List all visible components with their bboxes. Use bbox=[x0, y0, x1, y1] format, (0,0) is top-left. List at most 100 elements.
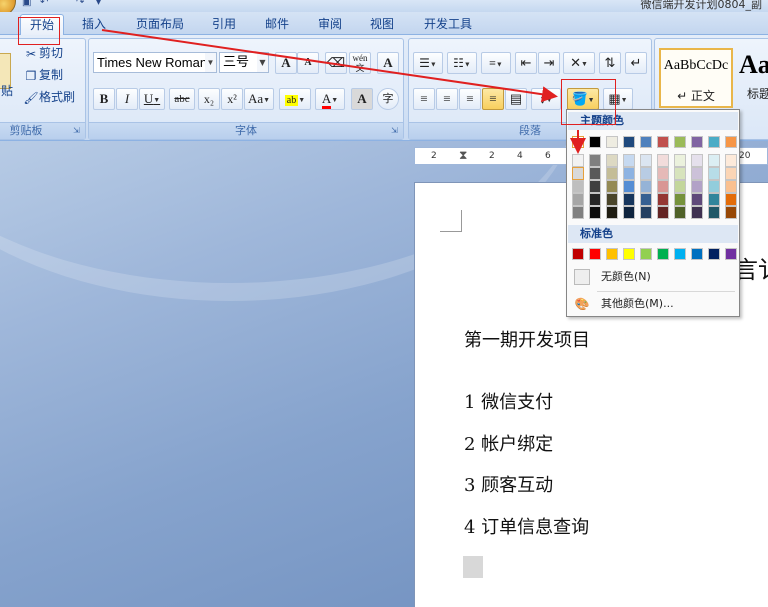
theme-shade-swatch[interactable] bbox=[725, 180, 737, 193]
standard-color-swatch[interactable] bbox=[606, 248, 618, 260]
theme-color-swatch[interactable] bbox=[623, 136, 635, 148]
multilevel-list-button[interactable]: ≡▼ bbox=[481, 52, 511, 74]
font-family-combo[interactable]: Times New Roman ▼ bbox=[93, 52, 217, 73]
theme-shade-swatch[interactable] bbox=[589, 193, 601, 206]
style-heading[interactable]: Aa 标题 bbox=[735, 48, 768, 108]
theme-color-swatch[interactable] bbox=[657, 136, 669, 148]
theme-shade-swatch[interactable] bbox=[674, 154, 686, 167]
theme-shade-swatch[interactable] bbox=[623, 167, 635, 180]
standard-color-swatch[interactable] bbox=[674, 248, 686, 260]
theme-shade-swatch[interactable] bbox=[708, 154, 720, 167]
justify-button[interactable]: ≡ bbox=[482, 88, 504, 110]
redo-icon[interactable]: ↷ bbox=[76, 0, 84, 8]
theme-shade-swatch[interactable] bbox=[623, 206, 635, 219]
change-case-button[interactable]: Aa▼ bbox=[244, 88, 274, 110]
theme-color-swatch[interactable] bbox=[589, 136, 601, 148]
theme-shade-swatch[interactable] bbox=[657, 180, 669, 193]
theme-shade-swatch[interactable] bbox=[640, 154, 652, 167]
character-shading-button[interactable]: A bbox=[351, 88, 373, 110]
theme-shade-swatch[interactable] bbox=[606, 167, 618, 180]
theme-shade-swatch[interactable] bbox=[623, 154, 635, 167]
theme-shade-swatch[interactable] bbox=[657, 206, 669, 219]
strikethrough-button[interactable]: abc bbox=[169, 88, 195, 110]
theme-shade-swatch[interactable] bbox=[572, 167, 584, 180]
bullets-button[interactable]: ☰▼ bbox=[413, 52, 443, 74]
theme-shade-swatch[interactable] bbox=[657, 154, 669, 167]
tab-page-layout[interactable]: 页面布局 bbox=[130, 14, 190, 36]
numbering-button[interactable]: ☷▼ bbox=[447, 52, 477, 74]
standard-color-swatch[interactable] bbox=[725, 248, 737, 260]
theme-shade-swatch[interactable] bbox=[691, 167, 703, 180]
theme-shade-swatch[interactable] bbox=[657, 167, 669, 180]
theme-shade-swatch[interactable] bbox=[572, 206, 584, 219]
theme-color-swatch[interactable] bbox=[572, 136, 584, 148]
shrink-font-button[interactable]: A bbox=[297, 52, 319, 74]
paste-button-label[interactable]: 贴 bbox=[1, 81, 13, 101]
increase-indent-button[interactable]: ⇥ bbox=[538, 52, 560, 74]
font-color-button[interactable]: A▼ bbox=[315, 88, 345, 110]
theme-color-swatch[interactable] bbox=[708, 136, 720, 148]
theme-shade-swatch[interactable] bbox=[589, 154, 601, 167]
theme-color-swatch[interactable] bbox=[606, 136, 618, 148]
document-line[interactable]: 2 帐户绑定 bbox=[464, 430, 553, 456]
theme-shade-swatch[interactable] bbox=[708, 167, 720, 180]
subscript-button[interactable]: x₂ bbox=[198, 88, 220, 110]
theme-shade-swatch[interactable] bbox=[640, 180, 652, 193]
character-border-button[interactable]: A bbox=[377, 52, 399, 74]
tab-references[interactable]: 引用 bbox=[204, 14, 244, 36]
theme-shade-swatch[interactable] bbox=[606, 206, 618, 219]
theme-shade-swatch[interactable] bbox=[708, 193, 720, 206]
theme-shade-swatch[interactable] bbox=[606, 193, 618, 206]
theme-shade-swatch[interactable] bbox=[572, 154, 584, 167]
more-colors-option[interactable]: 🎨 其他颜色(M)... bbox=[568, 292, 738, 316]
tab-mailings[interactable]: 邮件 bbox=[257, 14, 297, 36]
standard-color-swatch[interactable] bbox=[708, 248, 720, 260]
theme-color-swatch[interactable] bbox=[640, 136, 652, 148]
theme-color-swatch[interactable] bbox=[674, 136, 686, 148]
theme-shade-swatch[interactable] bbox=[674, 193, 686, 206]
tab-insert[interactable]: 插入 bbox=[76, 14, 112, 36]
tab-view[interactable]: 视图 bbox=[362, 14, 402, 36]
theme-shade-swatch[interactable] bbox=[691, 193, 703, 206]
theme-shade-swatch[interactable] bbox=[725, 154, 737, 167]
theme-shade-swatch[interactable] bbox=[708, 206, 720, 219]
theme-shade-swatch[interactable] bbox=[674, 167, 686, 180]
style-normal[interactable]: AaBbCcDc ↵ 正文 bbox=[659, 48, 733, 108]
theme-shade-swatch[interactable] bbox=[691, 206, 703, 219]
line-spacing-button[interactable]: ↕▼ bbox=[531, 88, 561, 110]
theme-shade-swatch[interactable] bbox=[725, 206, 737, 219]
theme-shade-swatch[interactable] bbox=[572, 193, 584, 206]
undo-icon[interactable]: ↶ bbox=[40, 0, 48, 8]
underline-button[interactable]: U▼ bbox=[139, 88, 165, 110]
standard-color-swatch[interactable] bbox=[572, 248, 584, 260]
cut-button[interactable]: ✂ 剪切 bbox=[23, 43, 63, 63]
phonetic-guide-button[interactable]: wén 文 bbox=[349, 52, 371, 74]
theme-shade-swatch[interactable] bbox=[708, 180, 720, 193]
theme-shade-swatch[interactable] bbox=[606, 180, 618, 193]
bold-button[interactable]: B bbox=[93, 88, 115, 110]
theme-shade-swatch[interactable] bbox=[640, 193, 652, 206]
theme-shade-swatch[interactable] bbox=[623, 180, 635, 193]
clipboard-launcher-icon[interactable]: ⇲ bbox=[73, 127, 82, 136]
theme-shade-swatch[interactable] bbox=[691, 154, 703, 167]
theme-shade-swatch[interactable] bbox=[674, 206, 686, 219]
theme-shade-swatch[interactable] bbox=[640, 206, 652, 219]
save-icon[interactable]: ▣ bbox=[22, 0, 31, 8]
distributed-button[interactable]: ▤ bbox=[505, 88, 527, 110]
document-line[interactable]: 4 订单信息查询 bbox=[464, 513, 589, 539]
theme-color-swatch[interactable] bbox=[725, 136, 737, 148]
theme-shade-swatch[interactable] bbox=[589, 167, 601, 180]
theme-shade-swatch[interactable] bbox=[725, 167, 737, 180]
theme-shade-swatch[interactable] bbox=[606, 154, 618, 167]
no-color-option[interactable]: 无颜色(N) bbox=[568, 265, 738, 289]
document-line[interactable]: 3 顾客互动 bbox=[464, 471, 553, 497]
theme-shade-swatch[interactable] bbox=[589, 206, 601, 219]
office-button[interactable] bbox=[0, 0, 16, 12]
document-line[interactable]: 第一期开发项目 bbox=[464, 326, 590, 352]
theme-shade-swatch[interactable] bbox=[657, 193, 669, 206]
grow-font-button[interactable]: A bbox=[275, 52, 297, 74]
theme-shade-swatch[interactable] bbox=[623, 193, 635, 206]
chinese-layout-button[interactable]: ✕▼ bbox=[563, 52, 595, 74]
decrease-indent-button[interactable]: ⇤ bbox=[515, 52, 537, 74]
align-right-button[interactable]: ≡ bbox=[459, 88, 481, 110]
